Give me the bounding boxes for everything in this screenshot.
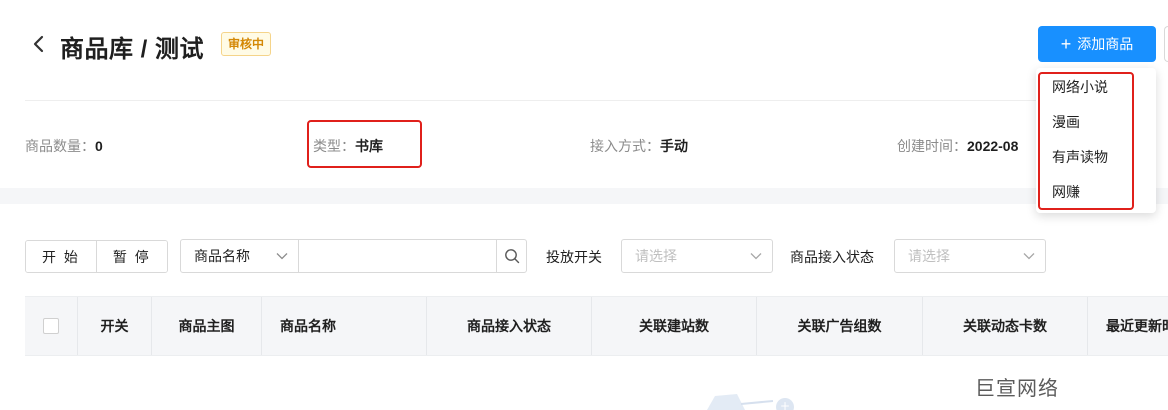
chevron-down-icon — [1023, 253, 1035, 260]
chevron-down-icon — [276, 253, 288, 260]
info-value: 0 — [95, 138, 103, 154]
info-label: 创建时间： — [897, 138, 967, 154]
info-value: 手动 — [660, 138, 688, 154]
pause-button[interactable]: 暂 停 — [95, 241, 167, 272]
info-access-method: 接入方式：手动 — [590, 136, 688, 156]
column-header[interactable]: 开关 — [78, 297, 152, 355]
status-badge: 审核中 — [221, 32, 272, 56]
start-pause-group: 开 始 暂 停 — [25, 240, 168, 273]
more-button[interactable] — [1164, 26, 1168, 62]
column-header[interactable]: 关联广告组数 — [757, 297, 923, 355]
column-header[interactable]: 关联动态卡数 — [923, 297, 1088, 355]
table-header: 开关 商品主图 商品名称 商品接入状态 关联建站数 关联广告组数 关联动态卡数 … — [25, 296, 1168, 356]
delivery-switch-label: 投放开关 — [546, 249, 602, 265]
delivery-switch-placeholder: 请选择 — [635, 248, 677, 264]
page-header: 商品库 / 测试 审核中 + 添加商品 — [0, 0, 1168, 100]
page-title: 商品库 / 测试 — [60, 36, 205, 63]
access-status-placeholder: 请选择 — [908, 248, 950, 264]
start-button[interactable]: 开 始 — [26, 241, 96, 272]
highlight-box — [307, 120, 422, 168]
add-product-button[interactable]: + 添加商品 — [1038, 26, 1156, 62]
watermark: 巨宣网络 — [975, 378, 1059, 400]
select-all-checkbox[interactable] — [43, 318, 59, 334]
highlight-box — [1038, 72, 1134, 210]
column-header[interactable]: 最近更新时间 — [1088, 297, 1168, 355]
column-header[interactable]: 商品接入状态 — [427, 297, 592, 355]
info-product-count: 商品数量：0 — [25, 136, 103, 156]
column-header[interactable]: 商品主图 — [152, 297, 262, 355]
delivery-switch-select[interactable]: 请选择 — [621, 239, 773, 273]
select-all-cell — [25, 297, 78, 355]
empty-state-illustration: + — [707, 394, 794, 410]
info-label: 接入方式： — [590, 138, 660, 154]
access-status-select[interactable]: 请选择 — [894, 239, 1046, 273]
column-header[interactable]: 商品名称 — [262, 297, 427, 355]
search-input[interactable] — [299, 240, 497, 272]
column-header[interactable]: 关联建站数 — [592, 297, 757, 355]
chevron-left-icon[interactable] — [30, 33, 48, 55]
info-label: 商品数量： — [25, 138, 95, 154]
access-status-label: 商品接入状态 — [790, 249, 874, 265]
info-value: 2022-08 — [967, 138, 1019, 154]
header-divider — [25, 100, 1155, 101]
search-button[interactable] — [496, 240, 526, 272]
search-group: 商品名称 — [180, 239, 527, 273]
add-product-label: 添加商品 — [1077, 36, 1134, 52]
search-field-select-value: 商品名称 — [194, 248, 250, 264]
search-field-select[interactable]: 商品名称 — [181, 240, 300, 272]
plus-icon: + — [1060, 34, 1072, 54]
section-separator — [0, 188, 1168, 204]
info-created-time: 创建时间：2022-08 — [897, 136, 1018, 156]
svg-text:+: + — [780, 399, 790, 410]
chevron-down-icon — [750, 253, 762, 260]
search-icon — [504, 249, 519, 264]
